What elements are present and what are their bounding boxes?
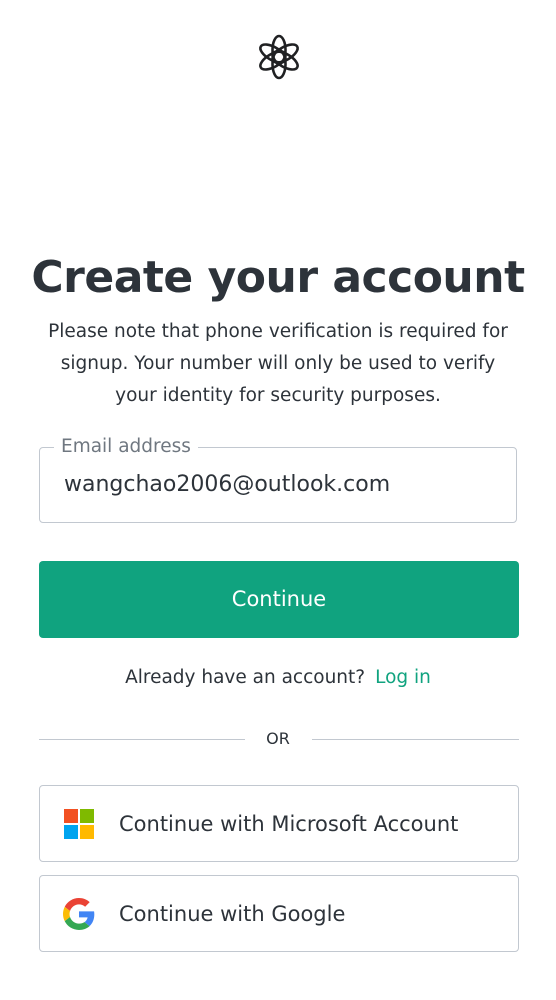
openai-logo-icon [259,34,299,80]
login-link[interactable]: Log in [375,667,431,688]
notice-line: Please note that phone verification is r… [48,321,508,342]
continue-with-google-button[interactable]: Continue with Google [39,875,519,952]
microsoft-button-label: Continue with Microsoft Account [119,812,459,836]
notice-line: your identity for security purposes. [115,385,441,406]
signup-page: Create your account Please note that pho… [0,0,556,1000]
phone-verification-notice: Please note that phone verification is r… [34,316,522,412]
google-logo-icon [63,898,95,930]
continue-button[interactable]: Continue [39,561,519,638]
page-title: Create your account [31,252,525,303]
continue-with-microsoft-button[interactable]: Continue with Microsoft Account [39,785,519,862]
divider-line-right [312,739,519,740]
email-input[interactable] [64,470,504,500]
login-prompt-row: Already have an account? Log in [0,663,556,693]
login-prompt-text: Already have an account? [125,667,366,688]
email-field[interactable]: Email address [39,434,517,523]
email-field-label: Email address [54,434,198,460]
microsoft-logo-icon [64,809,94,839]
notice-line: signup. Your number will only be used to… [60,353,496,374]
google-button-label: Continue with Google [119,902,346,926]
